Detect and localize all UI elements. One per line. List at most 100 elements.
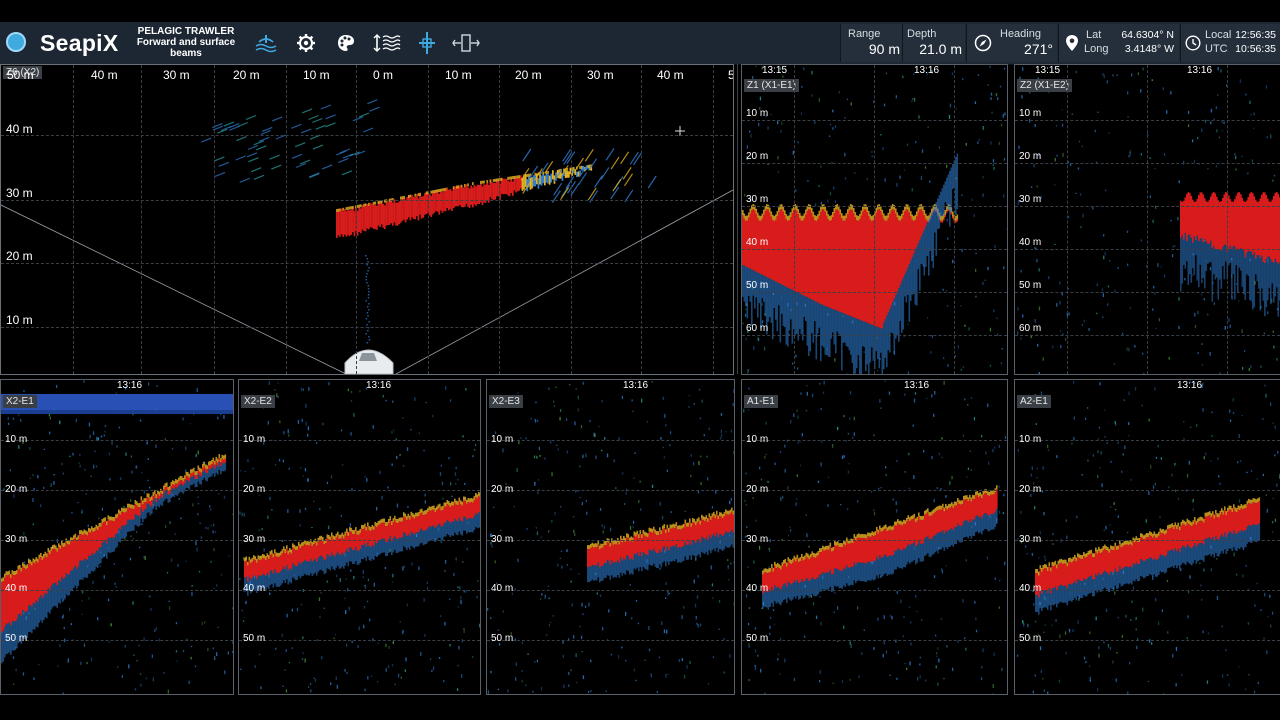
brand-name: SeapiX [40,30,119,56]
clock-icon [1185,35,1201,51]
panel-tag: A1-E1 [744,395,778,408]
panel-tag: A2-E1 [1017,395,1051,408]
heading-value: 271° [1024,41,1053,57]
local-label: Local [1205,29,1232,41]
grid-line [487,490,734,491]
split-view-icon[interactable] [451,31,481,55]
depth-tick-label: 10 m [1019,434,1042,445]
long-value: 3.4148° W [1124,43,1174,55]
utc-time: 10:56:35 [1235,43,1276,55]
grid-line [1015,640,1280,641]
grid-line [1,640,233,641]
depth-tick-label: 10 m [243,434,266,445]
grid-line [1015,540,1280,541]
panel-divider [737,64,738,374]
depth-tick-label: 40 m [1019,237,1042,248]
top-letterbox [0,0,1280,22]
mode-selector[interactable]: PELAGIC TRAWLER Forward and surface beam… [134,26,238,59]
y-tick-label: 40 m [6,122,33,136]
grid-line [487,540,734,541]
a2-e1-echogram-panel[interactable]: A2-E1 13:16 10 m 20 m 30 m 40 m 50 m [1014,379,1280,695]
depth-tick-label: 50 m [491,633,514,644]
seapix-logo-icon [6,32,26,52]
grid-line [1,540,233,541]
grid-line [1,327,733,328]
depth-tick-label: 50 m [5,633,28,644]
utc-label: UTC [1205,43,1228,55]
depth-tick-label: 20 m [746,151,769,162]
grid-line [1,440,233,441]
forward-beam-panel[interactable]: Z6 (X2) 50 m 40 m 30 m 20 m 10 m0 m 10 m 20 m3… [0,64,734,375]
panel-tag: Z1 (X1-E1) [744,79,799,92]
a1-e1-echogram [743,380,1007,694]
crosshair-cursor-icon[interactable] [414,31,440,55]
depth-tick-label: 50 m [746,280,769,291]
x-tick-label: 30 m [587,68,614,82]
grid-line [794,65,795,374]
depth-tick-label: 40 m [243,583,266,594]
x2-e2-echogram-panel[interactable]: X2-E2 13:16 10 m 20 m 30 m 40 m 50 m [238,379,481,695]
bottom-letterbox [0,696,1280,720]
grid-line [1015,490,1280,491]
grid-line [239,490,480,491]
depth-readout[interactable]: Depth 21.0 m [902,24,965,62]
x2-e3-echogram [487,381,734,694]
location-pin-icon [1066,35,1078,51]
range-value: 90 m [868,41,900,57]
y-tick-label: 30 m [6,186,33,200]
grid-line [487,590,734,591]
depth-tick-label: 30 m [243,534,266,545]
grid-line [1,590,233,591]
z2-echogram-panel[interactable]: Z2 (X1-E2) 13:15 13:16 10 m 20 m 30 m 40 m 50 … [1014,64,1280,375]
grid-line [742,540,1007,541]
depth-tick-label: 10 m [746,434,769,445]
panel-tag: Z2 (X1-E2) [1017,79,1072,92]
x-tick-label: 50 m [7,68,34,82]
x2-e3-echogram-panel[interactable]: X2-E3 13:16 10 m 20 m 30 m 40 m 50 m [486,379,735,695]
grid-line [239,590,480,591]
x-tick-label: 30 m [163,68,190,82]
palette-icon[interactable] [333,31,359,55]
z1-echogram-panel[interactable]: Z1 (X1-E1) 13:15 13:16 10 m 20 m 30 m 40 m 50 … [741,64,1008,375]
grid-line [1015,440,1280,441]
depth-tick-label: 10 m [491,434,514,445]
a1-e1-echogram-panel[interactable]: A1-E1 13:16 10 m 20 m 30 m 40 m 50 m [741,379,1008,695]
depth-label: Depth [907,28,937,40]
grid-line [1,263,733,264]
panel-tag: X2-E2 [241,395,275,408]
local-time: 12:56:35 [1235,29,1276,41]
position-readout[interactable]: Lat Long 64.6304° N 3.4148° W [1058,24,1179,62]
grid-line [1067,65,1068,374]
grid-line [1227,65,1228,374]
grid-line [1,135,733,136]
layers-depth-icon[interactable] [372,31,402,55]
sonar-beams-icon[interactable] [253,31,279,55]
time-tick-label: 13:16 [1177,380,1203,391]
lat-value: 64.6304° N [1121,29,1174,41]
depth-tick-label: 50 m [746,633,769,644]
depth-tick-label: 60 m [746,323,769,334]
heading-readout[interactable]: Heading 271° [966,24,1057,62]
grid-line [239,440,480,441]
depth-tick-label: 20 m [5,484,28,495]
x-tick-label: 40 m [91,68,118,82]
x2-e1-echogram-panel[interactable]: X2-E1 13:16 10 m 20 m 30 m 40 m 50 m [0,379,234,695]
depth-tick-label: 20 m [243,484,266,495]
range-readout[interactable]: Range 90 m [840,24,903,62]
x-tick-label: 5 [728,68,733,82]
depth-tick-label: 20 m [746,484,769,495]
depth-tick-label: 30 m [746,194,769,205]
x-tick-label: 20 m [515,68,542,82]
x-tick-label: 10 m [445,68,472,82]
depth-tick-label: 50 m [243,633,266,644]
time-tick-label: 13:16 [623,380,649,391]
range-label: Range [848,28,881,40]
depth-tick-label: 30 m [491,534,514,545]
grid-line [742,490,1007,491]
grid-line [1,200,733,201]
time-tick-label: 13:15 [1035,65,1061,76]
grid-line [742,590,1007,591]
grid-line [239,640,480,641]
settings-gear-icon[interactable] [293,31,319,55]
x2-e1-echogram [1,380,233,694]
